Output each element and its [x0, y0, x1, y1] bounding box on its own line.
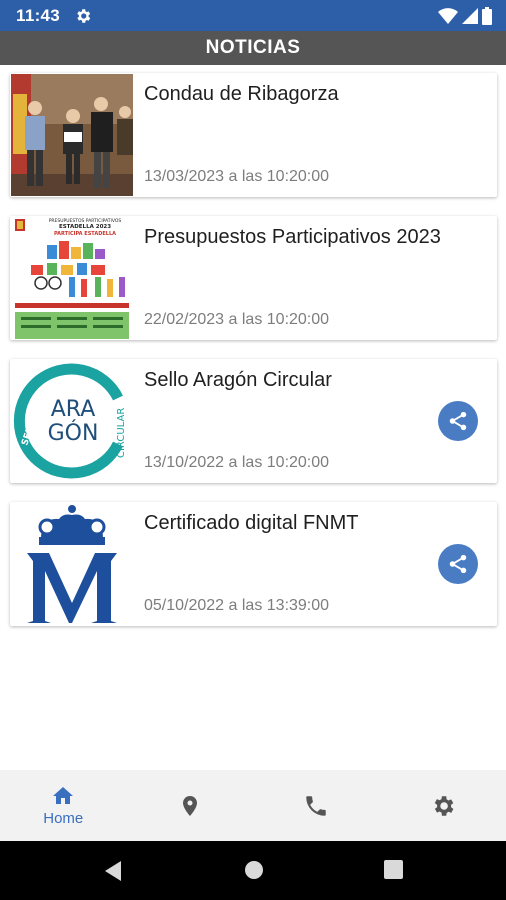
cell-signal-icon: [462, 8, 478, 24]
news-date: 13/03/2023 a las 10:20:00: [144, 168, 330, 185]
news-list: Condau de Ribagorza 13/03/2023 a las 10:…: [10, 73, 497, 645]
share-button[interactable]: [438, 544, 478, 584]
news-title: Condau de Ribagorza: [144, 83, 339, 105]
page-title: NOTICIAS: [0, 31, 506, 65]
share-button[interactable]: [438, 401, 478, 441]
aragon-circular-seal-logo: ARA GÓN SELLO 2022 CIRCULAR: [11, 360, 133, 482]
news-title: Sello Aragón Circular: [144, 369, 332, 391]
seal-text-2: GÓN: [48, 420, 99, 446]
battery-icon: [482, 7, 492, 25]
news-title: Certificado digital FNMT: [144, 512, 359, 534]
home-icon: [53, 787, 74, 804]
recents-square-icon[interactable]: [384, 860, 403, 879]
fnmt-logo: [11, 503, 133, 625]
status-bar: 11:43: [0, 0, 506, 31]
seal-ring-text-right: CIRCULAR: [116, 408, 127, 458]
back-icon[interactable]: [103, 860, 123, 882]
status-time: 11:43: [16, 6, 61, 25]
gear-icon: [434, 795, 454, 816]
share-icon: [449, 554, 467, 574]
news-card[interactable]: ARA GÓN SELLO 2022 CIRCULAR Sello Aragón…: [10, 359, 497, 483]
news-card[interactable]: PRESUPUESTOS PARTICIPATIVOS ESTADELLA 20…: [10, 216, 497, 340]
nav-home[interactable]: Home: [0, 770, 127, 841]
wifi-icon: [438, 8, 458, 24]
nav-home-label: Home: [43, 810, 84, 827]
location-pin-icon: [182, 795, 197, 816]
nav-settings[interactable]: [380, 770, 506, 841]
nav-phone[interactable]: [253, 770, 380, 841]
nav-location[interactable]: [127, 770, 254, 841]
status-icons: [438, 6, 492, 26]
news-thumbnail-photo: [11, 74, 133, 196]
news-date: 22/02/2023 a las 10:20:00: [144, 311, 330, 328]
news-card[interactable]: Certificado digital FNMT 05/10/2022 a la…: [10, 502, 497, 626]
system-nav-bar: [0, 841, 506, 900]
news-date: 13/10/2022 a las 10:20:00: [144, 454, 330, 471]
poster-text-3: PARTICIPA ESTADELLA: [54, 231, 116, 237]
news-card[interactable]: Condau de Ribagorza 13/03/2023 a las 10:…: [10, 73, 497, 197]
home-circle-icon[interactable]: [244, 860, 264, 880]
poster-text-2: ESTADELLA 2023: [59, 224, 111, 230]
news-date: 05/10/2022 a las 13:39:00: [144, 597, 330, 614]
bottom-nav: Home: [0, 770, 506, 841]
news-title: Presupuestos Participativos 2023: [144, 226, 441, 248]
seal-text-1: ARA: [51, 397, 96, 422]
settings-gear-icon: [77, 9, 91, 23]
share-icon: [449, 411, 467, 431]
phone-icon: [306, 795, 326, 816]
news-thumbnail-poster: PRESUPUESTOS PARTICIPATIVOS ESTADELLA 20…: [11, 217, 133, 339]
